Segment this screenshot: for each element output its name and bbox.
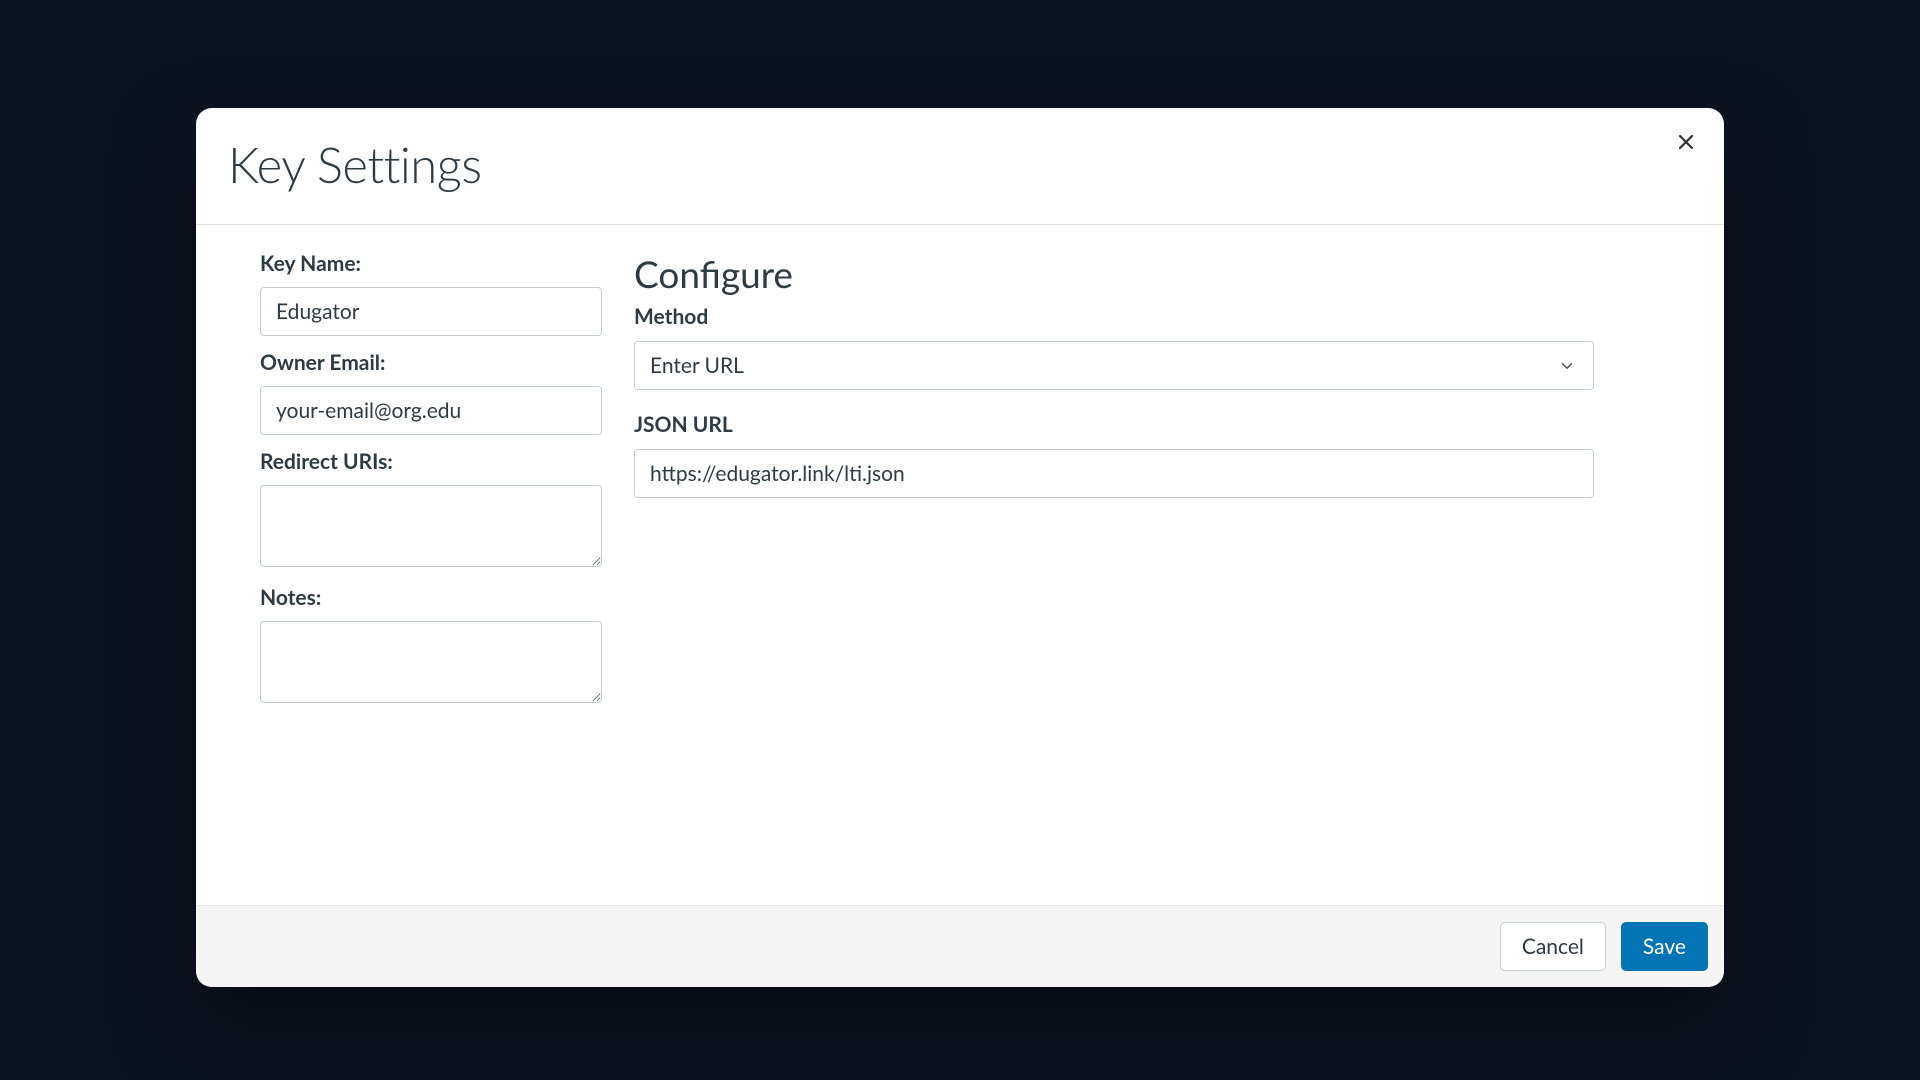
save-button[interactable]: Save [1621, 922, 1708, 971]
json-url-label: JSON URL [634, 412, 1594, 437]
key-name-field[interactable] [260, 287, 602, 336]
owner-email-field[interactable] [260, 386, 602, 435]
close-button[interactable] [1672, 128, 1700, 156]
right-column: Configure Method Enter URL JSON URL [634, 251, 1692, 865]
notes-group: Notes: [260, 585, 602, 707]
method-select-wrapper: Enter URL [634, 341, 1594, 390]
json-url-group: JSON URL [634, 412, 1594, 498]
redirect-uris-group: Redirect URIs: [260, 449, 602, 571]
left-column: Key Name: Owner Email: Redirect URIs: No… [260, 251, 602, 865]
modal-footer: Cancel Save [196, 905, 1724, 987]
redirect-uris-label: Redirect URIs: [260, 449, 602, 474]
owner-email-group: Owner Email: [260, 350, 602, 435]
notes-field[interactable] [260, 621, 602, 703]
method-select[interactable]: Enter URL [634, 341, 1594, 390]
key-settings-modal: Key Settings Key Name: Owner Email: Redi… [196, 108, 1724, 987]
modal-header: Key Settings [196, 108, 1724, 225]
notes-label: Notes: [260, 585, 602, 610]
close-icon [1678, 134, 1694, 150]
json-url-field[interactable] [634, 449, 1594, 498]
cancel-button[interactable]: Cancel [1500, 922, 1606, 971]
redirect-uris-field[interactable] [260, 485, 602, 567]
method-group: Method Enter URL [634, 304, 1594, 390]
key-name-label: Key Name: [260, 251, 602, 276]
modal-title: Key Settings [228, 136, 482, 194]
configure-heading: Configure [634, 251, 1594, 296]
modal-body: Key Name: Owner Email: Redirect URIs: No… [196, 225, 1724, 905]
owner-email-label: Owner Email: [260, 350, 602, 375]
key-name-group: Key Name: [260, 251, 602, 336]
method-label: Method [634, 304, 1594, 329]
